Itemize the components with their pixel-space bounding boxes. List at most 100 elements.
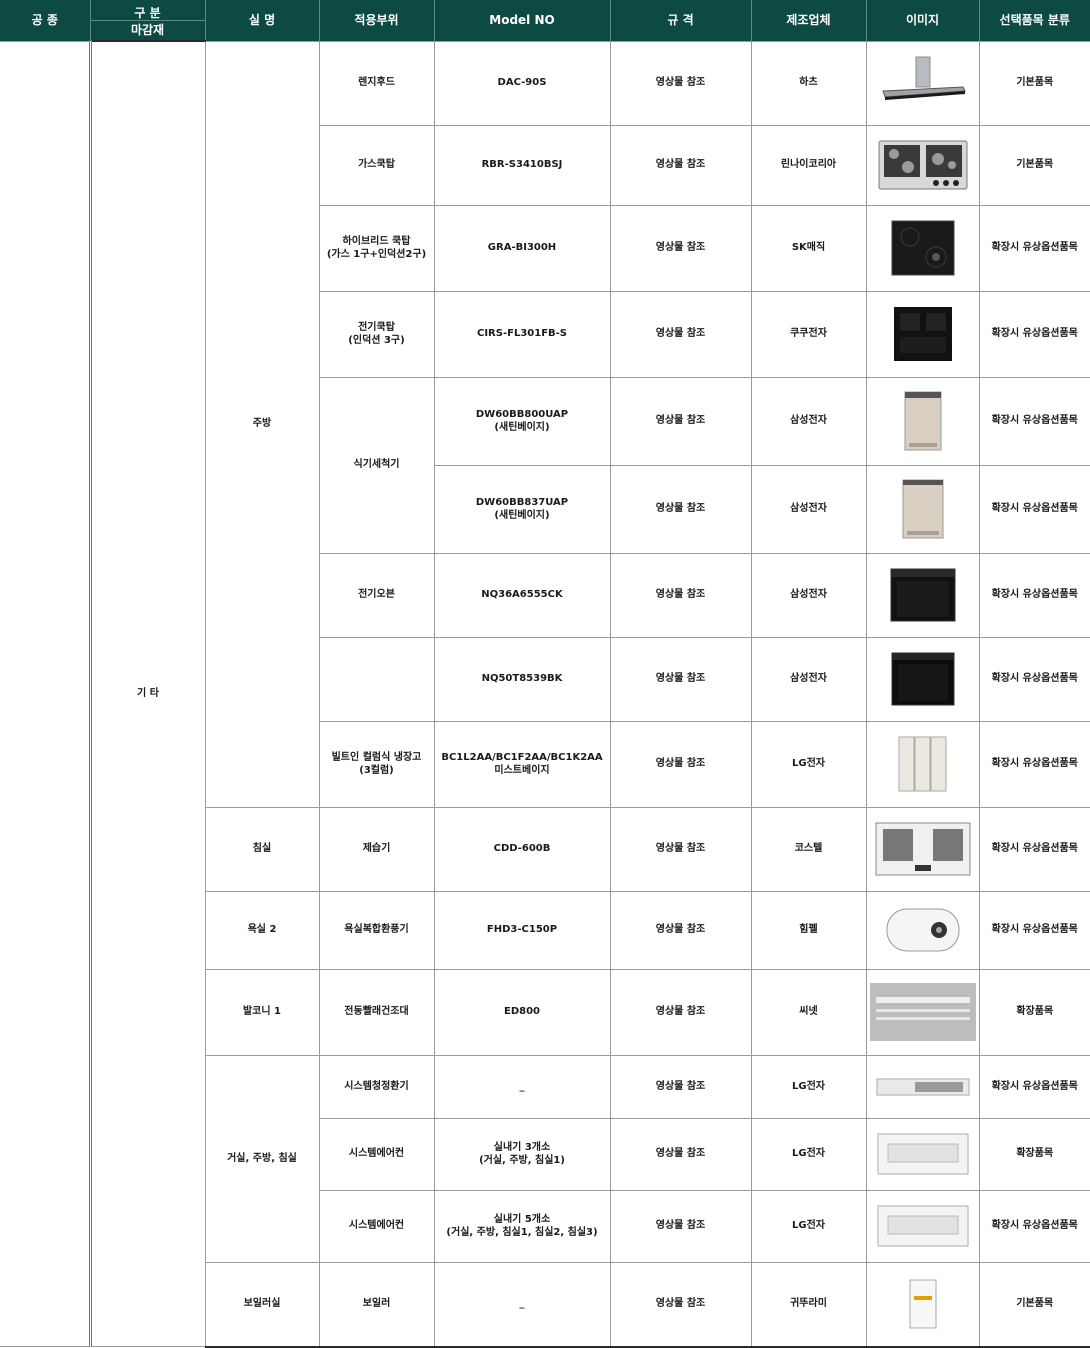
class-cell: 기본품목 — [978, 40, 1090, 126]
spec-cell: 영상물 참조 — [609, 968, 752, 1056]
part-cell: 보일러 — [318, 1261, 435, 1348]
header-magamjae: 마감재 — [90, 20, 206, 42]
oven-icon — [890, 568, 955, 622]
header-gyugyeok: 규 격 — [610, 0, 752, 41]
maker-cell: 귀뚜라미 — [750, 1261, 867, 1348]
spec-cell: 영상물 참조 — [609, 890, 752, 970]
ventilator-icon — [876, 1078, 969, 1095]
class-cell: 확장시 유상옵션품목 — [978, 1054, 1090, 1119]
dehumidifier-icon — [875, 822, 970, 876]
image-cell — [865, 376, 980, 466]
room-kitchen: 주방 — [204, 40, 320, 808]
part-dishwasher: 식기세척기 — [318, 376, 435, 554]
model-cell: NQ50T8539BK — [433, 636, 611, 722]
maker-cell: LG전자 — [750, 1054, 867, 1119]
class-cell: 확장시 유상옵션품목 — [978, 890, 1090, 970]
spec-cell: 영상물 참조 — [609, 552, 752, 638]
class-cell: 확장품목 — [978, 968, 1090, 1056]
room-bath2: 욕실 2 — [204, 890, 320, 970]
part-cell: 전기쿡탑 (인덕션 3구) — [318, 290, 435, 378]
header-imiji: 이미지 — [866, 0, 980, 41]
spec-cell: 영상물 참조 — [609, 720, 752, 808]
part-cell: 전기오븐 — [318, 552, 435, 638]
header-gubun: 구 분 — [90, 0, 206, 21]
refrigerator-icon — [898, 736, 946, 792]
part-cell — [318, 636, 435, 722]
class-cell: 확장시 유상옵션품목 — [978, 376, 1090, 466]
maker-cell: 코스텔 — [750, 806, 867, 892]
spec-cell: 영상물 참조 — [609, 1261, 752, 1348]
class-cell: 확장시 유상옵션품목 — [978, 720, 1090, 808]
table-row: 기 타 주방 렌지후드 DAC-90S 영상물 참조 하츠 기본품목 — [0, 40, 1090, 1347]
model-cell: _ — [433, 1054, 611, 1119]
model-cell: DW60BB837UAP (새틴베이지) — [433, 464, 611, 554]
boiler-icon — [909, 1279, 936, 1329]
image-cell — [865, 890, 980, 970]
part-cell: 렌지후드 — [318, 40, 435, 126]
spec-cell: 영상물 참조 — [609, 124, 752, 206]
gas-cooktop-icon — [878, 140, 967, 190]
part-cell: 제습기 — [318, 806, 435, 892]
air-conditioner-icon — [877, 1205, 968, 1247]
image-cell — [865, 290, 980, 378]
maker-cell: 삼성전자 — [750, 552, 867, 638]
header-gongjong: 공 종 — [0, 0, 91, 41]
spec-cell: 영상물 참조 — [609, 1054, 752, 1119]
spec-cell: 영상물 참조 — [609, 40, 752, 126]
header-silmyeong: 실 명 — [205, 0, 320, 41]
image-cell — [865, 636, 980, 722]
header-seontaek: 선택품목 분류 — [979, 0, 1090, 41]
image-cell — [865, 204, 980, 292]
image-cell — [865, 40, 980, 126]
model-cell: CIRS-FL301FB-S — [433, 290, 611, 378]
laundry-rack-icon — [869, 983, 976, 1041]
part-cell: 하이브리드 쿡탑 (가스 1구+인덕션2구) — [318, 204, 435, 292]
spec-cell: 영상물 참조 — [609, 376, 752, 466]
model-cell: RBR-S3410BSJ — [433, 124, 611, 206]
image-cell — [865, 1261, 980, 1348]
image-cell — [865, 720, 980, 808]
maker-cell: 씨넷 — [750, 968, 867, 1056]
image-cell — [865, 464, 980, 554]
maker-cell: SK매직 — [750, 204, 867, 292]
spec-cell: 영상물 참조 — [609, 1189, 752, 1263]
spec-cell: 영상물 참조 — [609, 636, 752, 722]
maker-cell: 삼성전자 — [750, 636, 867, 722]
model-cell: FHD3-C150P — [433, 890, 611, 970]
model-cell: CDD-600B — [433, 806, 611, 892]
class-cell: 확장시 유상옵션품목 — [978, 552, 1090, 638]
class-cell: 확장시 유상옵션품목 — [978, 204, 1090, 292]
room-living: 거실, 주방, 침실 — [204, 1054, 320, 1263]
image-cell — [865, 968, 980, 1056]
class-cell: 기본품목 — [978, 124, 1090, 206]
class-cell: 확장시 유상옵션품목 — [978, 290, 1090, 378]
maker-cell: LG전자 — [750, 720, 867, 808]
class-cell: 확장품목 — [978, 1117, 1090, 1191]
part-cell: 전동빨래건조대 — [318, 968, 435, 1056]
oven-icon — [891, 652, 954, 706]
class-cell: 확장시 유상옵션품목 — [978, 636, 1090, 722]
class-cell: 확장시 유상옵션품목 — [978, 1189, 1090, 1263]
part-cell: 시스템청정환기 — [318, 1054, 435, 1119]
spec-cell: 영상물 참조 — [609, 290, 752, 378]
maker-cell: 하츠 — [750, 40, 867, 126]
maker-cell: 린나이코리아 — [750, 124, 867, 206]
part-cell: 욕실복합환풍기 — [318, 890, 435, 970]
model-cell: 실내기 5개소 (거실, 주방, 침실1, 침실2, 침실3) — [433, 1189, 611, 1263]
model-cell: GRA-BI300H — [433, 204, 611, 292]
model-cell: 실내기 3개소 (거실, 주방, 침실1) — [433, 1117, 611, 1191]
model-cell: DW60BB800UAP (새틴베이지) — [433, 376, 611, 466]
image-cell — [865, 552, 980, 638]
image-cell — [865, 1054, 980, 1119]
image-cell — [865, 124, 980, 206]
range-hood-icon — [881, 56, 966, 100]
model-cell: BC1L2AA/BC1F2AA/BC1K2AA 미스트베이지 — [433, 720, 611, 808]
bath-fan-icon — [886, 908, 959, 952]
part-cell: 빌트인 컬럼식 냉장고 (3컬럼) — [318, 720, 435, 808]
dishwasher-icon — [904, 391, 941, 451]
class-cell: 확장시 유상옵션품목 — [978, 464, 1090, 554]
model-cell: _ — [433, 1261, 611, 1348]
header-jejoeopche: 제조업체 — [751, 0, 867, 41]
part-cell: 가스쿡탑 — [318, 124, 435, 206]
product-table: 공 종 구 분 실 명 적용부위 Model NO 규 격 제조업체 이미지 선… — [0, 0, 1090, 1348]
